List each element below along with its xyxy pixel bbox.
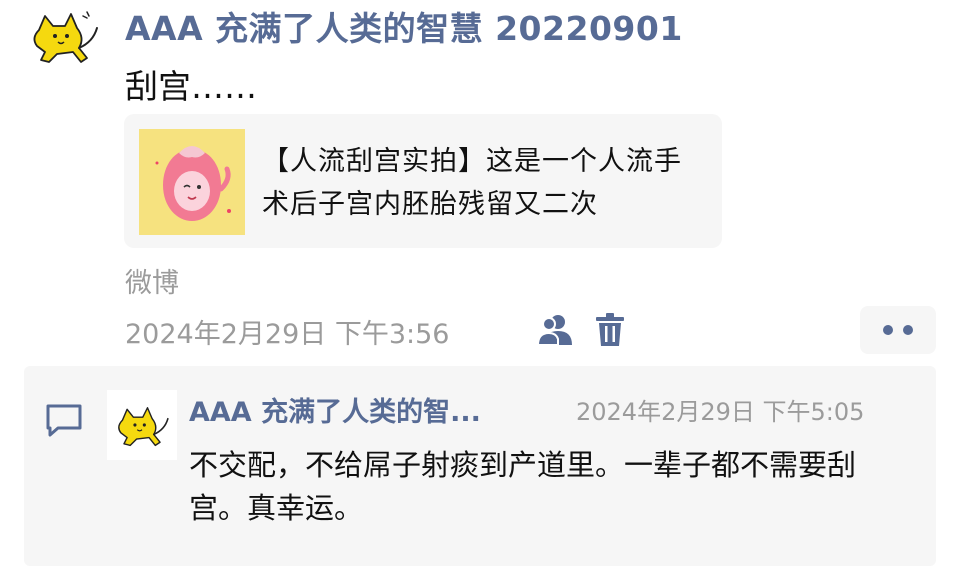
more-dots-icon[interactable] [860,306,936,354]
comment-section: AAA 充满了人类的智... 2024年2月29日 下午5:05 不交配，不给屌… [24,366,936,566]
comment-time: 2024年2月29日 下午5:05 [576,398,865,426]
author-name[interactable]: AAA 充满了人类的智慧 20220901 [125,2,683,50]
commenter-name[interactable]: AAA 充满了人类的智... [189,390,481,429]
people-icon[interactable] [534,310,578,350]
yellow-cat-avatar-icon [118,407,169,447]
trash-icon[interactable] [590,310,630,350]
yellow-cat-avatar-icon [33,11,98,63]
post-source[interactable]: 微博 [125,261,179,300]
comment-icon [44,402,84,442]
link-title: 【人流刮宫实拍】这是一个人流手术后子宫内胚胎残留又二次 [262,146,682,220]
link-thumbnail [139,129,245,235]
comment-text[interactable]: 不交配，不给屌子射痰到产道里。一辈子都不需要刮宫。真幸运。 [189,444,909,530]
author-avatar[interactable] [24,6,104,66]
commenter-avatar[interactable] [107,390,177,460]
post-time: 2024年2月29日 下午3:56 [125,319,450,350]
post-text: 刮宫…… [125,67,257,106]
shared-link-card[interactable]: 【人流刮宫实拍】这是一个人流手术后子宫内胚胎残留又二次 [124,114,722,248]
pink-mascot-thumbnail-icon [139,129,245,235]
